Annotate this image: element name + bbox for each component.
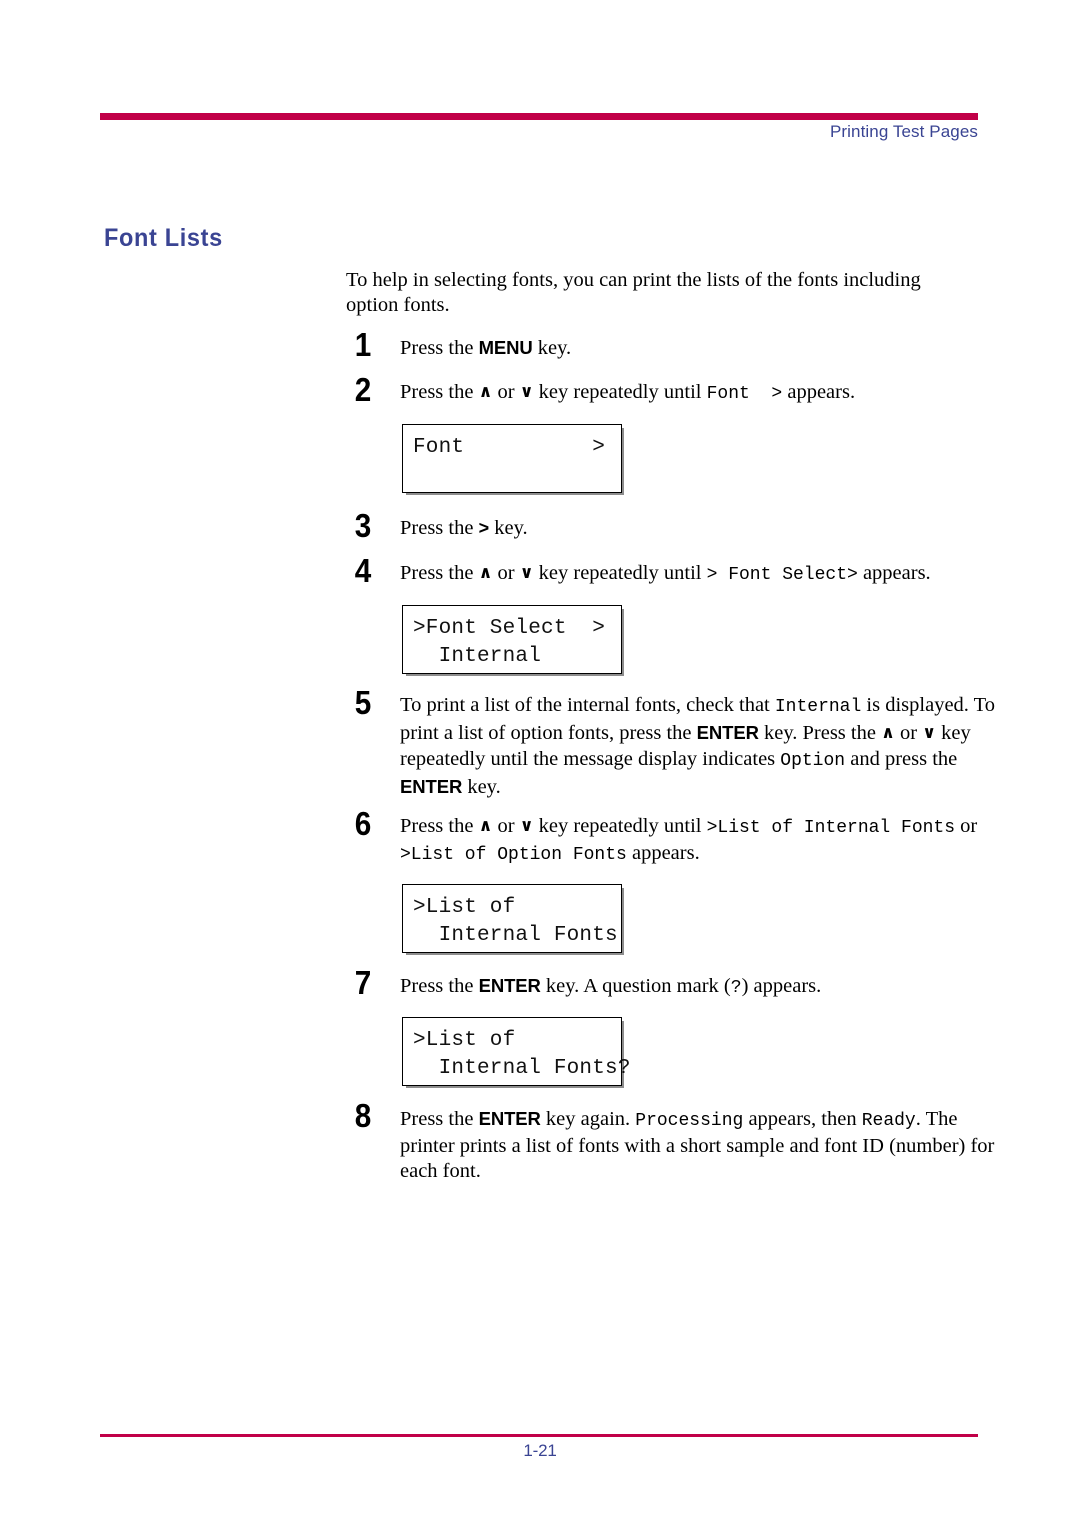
main-content: To help in selecting fonts, you can prin… [346,268,995,1184]
step-text-post: key. [489,517,528,539]
lcd-line-1: >List of [413,896,516,919]
step-text: Press the ∧ or ∨ key repeatedly until Fo… [400,380,986,407]
display-message-text: > Font Select> [706,565,858,585]
up-arrow-icon: ∧ [881,723,895,743]
down-arrow-icon: ∨ [519,563,534,583]
step-number: 5 [354,684,372,721]
step-number: 2 [354,371,372,408]
step-number: 3 [354,507,372,544]
display-message-text: Font > [706,384,783,404]
step-number: 4 [354,552,372,589]
lcd-line-1: Font > [413,436,606,459]
step-text-pre: Press the [400,562,479,584]
footer-rule [100,1434,978,1437]
step-number: 8 [354,1097,372,1134]
step-text-post: key repeatedly until [533,562,707,584]
step-text-pre: Press the [400,815,479,837]
key-label-menu: MENU [478,337,533,358]
step-text: Press the ENTER key again. Processing ap… [400,1106,1000,1184]
step-text: Press the ∧ or ∨ key repeatedly until > … [400,561,986,588]
step-text-seg-1: To print a list of the internal fonts, c… [400,694,775,716]
step-text: Press the ∧ or ∨ key repeatedly until >L… [400,814,1000,868]
display-panel-3-wrap: >List of Internal Fonts [402,884,986,953]
document-page: Printing Test Pages Font Lists To help i… [0,0,1080,1528]
step-text-mid: key again. [540,1108,636,1130]
step-text-post: key repeatedly until [533,815,707,837]
lcd-display-panel: Font > [402,424,622,493]
step-2: 2 Press the ∧ or ∨ key repeatedly until … [346,371,986,408]
step-text-mid: key. A question mark ( [540,975,731,997]
step-6: 6 Press the ∧ or ∨ key repeatedly until … [346,805,986,868]
step-1: 1 Press the MENU key. [346,326,986,363]
key-label-enter: ENTER [696,722,759,743]
step-text-pre: Press the [400,975,479,997]
step-text-post: key repeatedly until [533,381,707,403]
lcd-line-2: Internal [413,645,542,668]
step-text-tail: appears. [626,842,700,864]
key-label-enter: ENTER [400,776,463,797]
step-number: 7 [354,964,372,1001]
step-text-seg-3: key. Press the [758,722,882,744]
step-3: 3 Press the > key. [346,507,986,544]
running-header-title: Printing Test Pages [829,122,978,141]
display-panel-1-wrap: Font > [402,424,986,493]
page-title: Font Lists [104,224,223,252]
step-5: 5 To print a list of the internal fonts,… [346,684,995,800]
up-arrow-icon: ∧ [478,563,493,583]
lcd-line-1: >List of [413,1029,516,1052]
header-rule [100,113,978,120]
lcd-line-2: Internal Fonts [413,924,618,947]
step-text-mid-2: appears, then [743,1108,862,1130]
step-text: Press the > key. [400,516,986,541]
display-message-text: >List of Option Fonts [400,845,627,865]
step-text-seg-6: and press the [845,748,958,770]
lcd-display-panel: >List of Internal Fonts [402,884,622,953]
up-arrow-icon: ∧ [478,382,493,402]
step-number: 1 [354,326,372,363]
right-arrow-key-label: > [478,518,490,538]
lcd-line-1: >Font Select > [413,617,606,640]
display-message-text: >List of Internal Fonts [706,818,956,838]
step-text-tail: appears. [857,562,931,584]
step-text-pre: Press the [400,517,479,539]
step-text: Press the ENTER key. A question mark (?)… [400,973,986,1001]
lcd-line-2: Internal Fonts? [413,1057,631,1080]
step-text-conjunction: or [492,381,520,403]
down-arrow-icon: ∨ [922,723,937,743]
display-message-text: Ready [861,1111,916,1131]
step-text-pre: Press the [400,337,479,359]
step-text-conjunction: or [492,562,520,584]
display-message-text: Internal [774,697,862,717]
step-text-seg-7: key. [462,776,501,798]
intro-paragraph: To help in selecting fonts, you can prin… [346,269,921,316]
step-text: To print a list of the internal fonts, c… [400,693,1000,800]
down-arrow-icon: ∨ [519,382,534,402]
step-7: 7 Press the ENTER key. A question mark (… [346,964,986,1001]
lcd-display-panel: >List of Internal Fonts? [402,1017,631,1086]
page-number: 1-21 [523,1441,557,1460]
step-text-conjunction-2: or [955,815,978,837]
step-text: Press the MENU key. [400,335,986,361]
down-arrow-icon: ∨ [519,816,534,836]
step-number: 6 [354,805,372,842]
display-panel-2-wrap: >Font Select > Internal [402,605,986,674]
step-text-tail: appears. [782,381,856,403]
key-label-enter: ENTER [478,975,541,996]
lcd-display-panel: >Font Select > Internal [402,605,622,674]
step-text-pre: Press the [400,1108,479,1130]
step-4: 4 Press the ∧ or ∨ key repeatedly until … [346,552,986,589]
key-label-enter: ENTER [478,1108,541,1129]
step-text-conjunction: or [894,722,923,744]
step-text-pre: Press the [400,381,479,403]
step-text-post: key. [532,337,572,359]
step-text-conjunction: or [492,815,520,837]
display-panel-4-wrap: >List of Internal Fonts? [402,1017,986,1086]
step-text-post: ) appears. [741,975,822,997]
step-8: 8 Press the ENTER key again. Processing … [346,1097,995,1184]
up-arrow-icon: ∧ [478,816,493,836]
question-mark-glyph: ? [730,978,742,998]
display-message-text: Option [780,751,846,771]
display-message-text: Processing [635,1111,744,1131]
